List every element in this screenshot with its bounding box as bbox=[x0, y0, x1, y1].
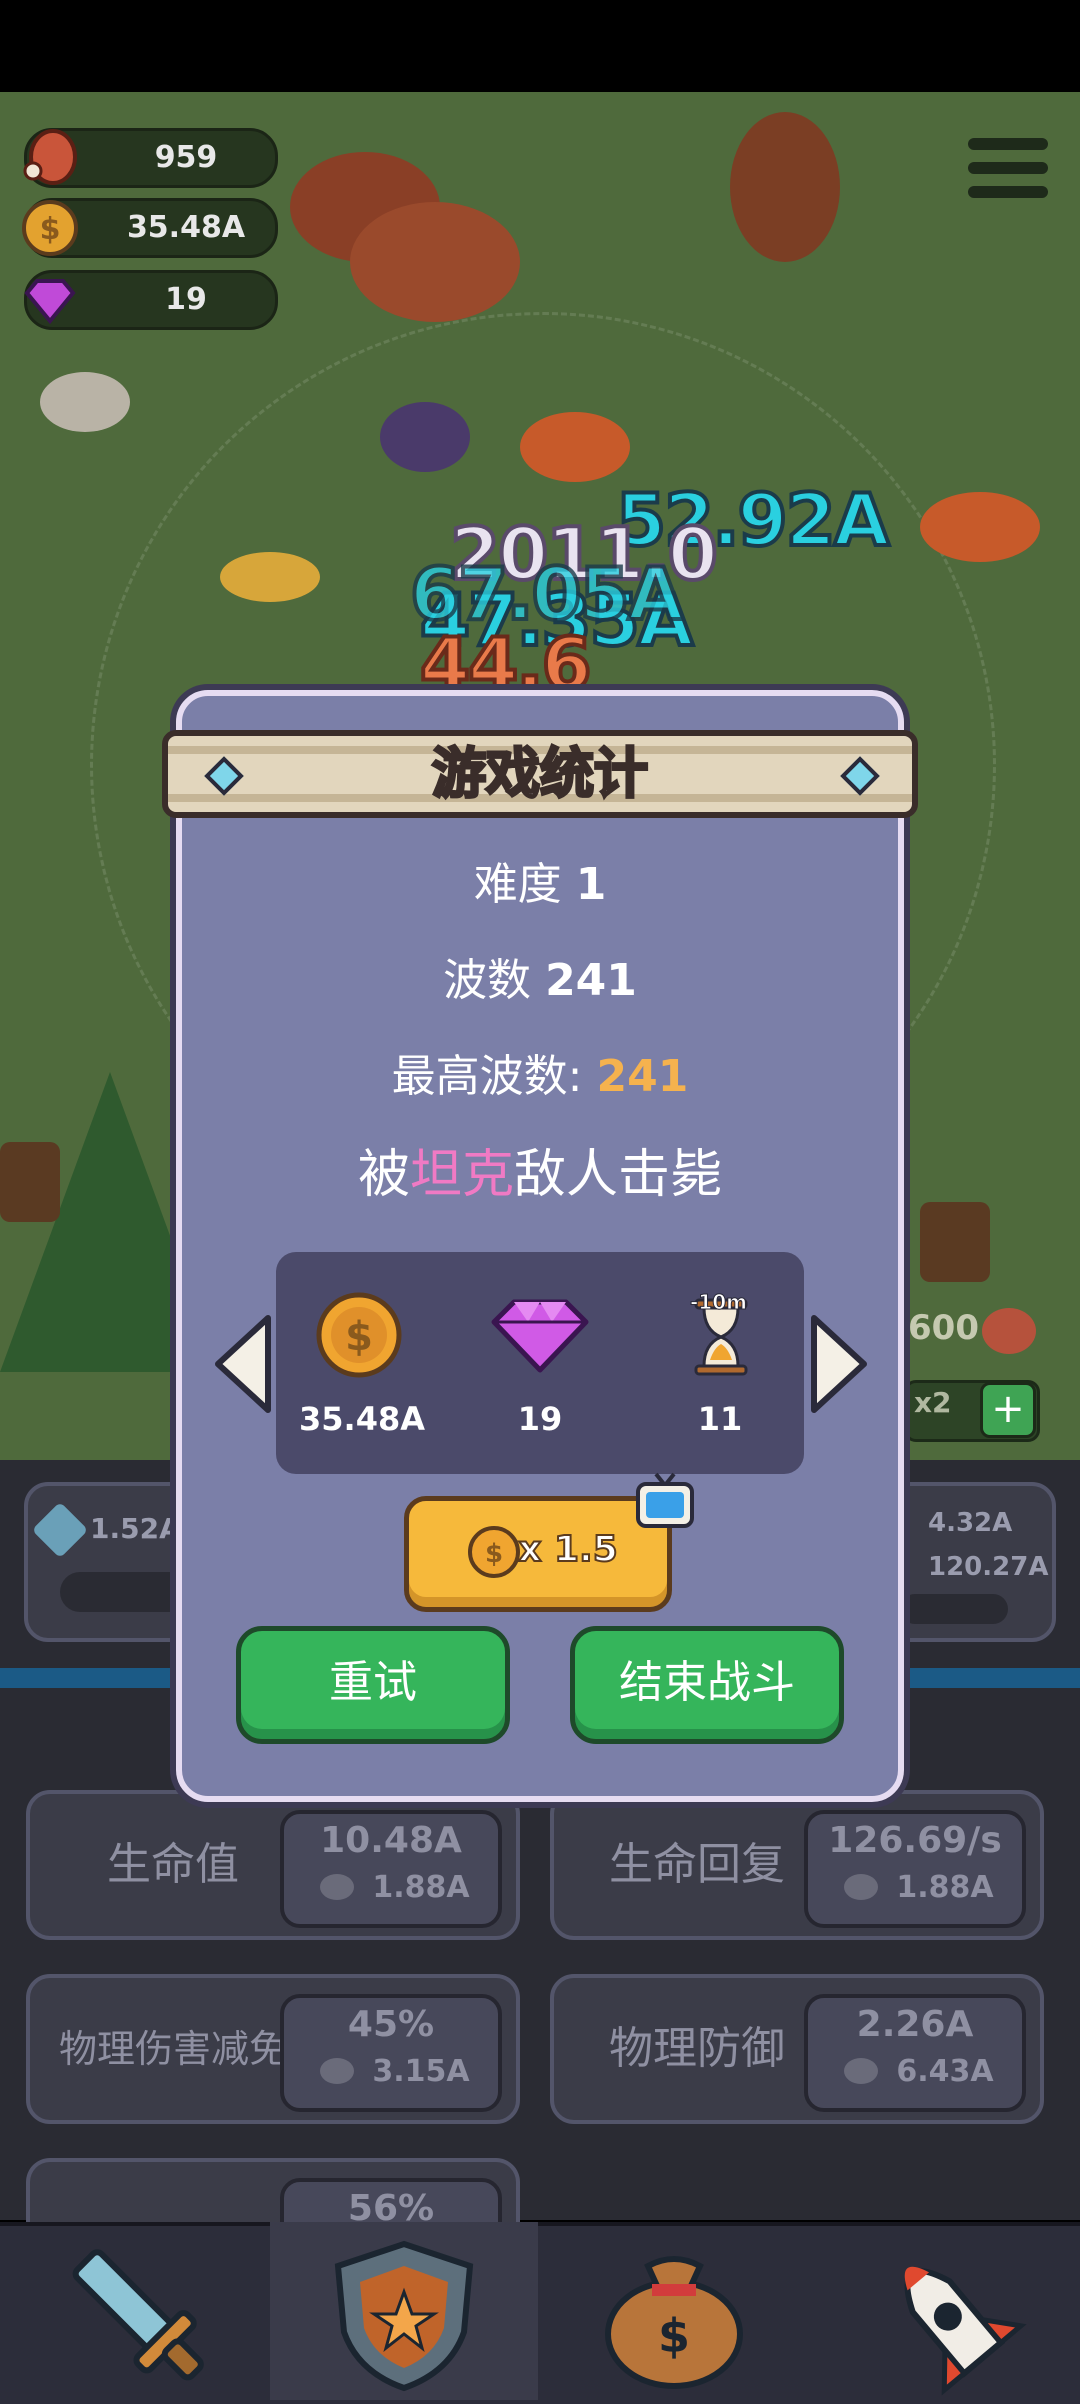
coin-value: 35.48A bbox=[126, 210, 246, 245]
coin-counter: $ 35.48A bbox=[22, 198, 278, 258]
gem-icon bbox=[24, 279, 76, 325]
stat-cost: 1.88A bbox=[896, 1870, 994, 1905]
right-attack-value: 4.32A bbox=[928, 1508, 1013, 1538]
upgrade-button[interactable]: 126.69/s 1.88A bbox=[804, 1810, 1026, 1928]
killed-prefix: 被 bbox=[357, 1145, 410, 1205]
best-wave-label: 最高波数: bbox=[391, 1051, 583, 1102]
stat-name: 物理防御 bbox=[609, 2023, 785, 2074]
reward-time-value: 11 bbox=[697, 1400, 743, 1438]
stat-cost: 1.88A bbox=[372, 1870, 470, 1905]
next-arrow-icon[interactable] bbox=[808, 1312, 870, 1416]
killed-suffix: 敌人击毙 bbox=[514, 1145, 723, 1205]
best-wave-value: 241 bbox=[596, 1051, 689, 1102]
wave-label: 波数 bbox=[443, 955, 532, 1006]
upgrade-button[interactable]: 56% bbox=[280, 2178, 502, 2222]
tv-ad-icon bbox=[636, 1472, 694, 1528]
rocket-icon bbox=[904, 2266, 1027, 2396]
svg-text:$: $ bbox=[658, 2309, 690, 2363]
svg-text:$: $ bbox=[40, 212, 61, 247]
upgrade-button[interactable]: 10.48A 1.88A bbox=[280, 1810, 502, 1928]
stat-value: 45% bbox=[347, 2004, 435, 2045]
stat-cost: 3.15A bbox=[372, 2054, 470, 2089]
gem-icon bbox=[491, 1299, 589, 1373]
stat-card-health[interactable]: 生命值 10.48A 1.88A bbox=[26, 1790, 520, 1940]
svg-text:$: $ bbox=[345, 1314, 373, 1360]
spider-enemy bbox=[380, 402, 470, 472]
stat-card-damage-reduction[interactable]: 物理伤害减免 45% 3.15A bbox=[26, 1974, 520, 2124]
speed-label: x2 bbox=[914, 1386, 952, 1419]
retry-button[interactable]: 重试 bbox=[236, 1626, 510, 1744]
end-battle-button[interactable]: 结束战斗 bbox=[570, 1626, 844, 1744]
coin-icon: $ bbox=[22, 200, 78, 256]
stat-card-defense[interactable]: 物理防御 2.26A 6.43A bbox=[550, 1974, 1044, 2124]
stat-name: 生命回复 bbox=[609, 1839, 785, 1890]
sword-icon bbox=[72, 2249, 204, 2381]
best-wave-line: 最高波数: 241 bbox=[176, 1040, 904, 1104]
dialog-title: 游戏统计 bbox=[431, 741, 650, 807]
bush bbox=[220, 552, 320, 602]
stat-value: 2.26A bbox=[856, 2004, 974, 2045]
wave-value: 241 bbox=[545, 955, 637, 1006]
menu-list-icon[interactable] bbox=[968, 134, 1048, 202]
stat-value: 126.69/s bbox=[828, 1820, 1002, 1861]
money-bag-icon: $ bbox=[605, 2256, 743, 2389]
meat-icon bbox=[23, 129, 77, 185]
nav-rocket-tab[interactable] bbox=[810, 2222, 1078, 2400]
difficulty-label: 难度 bbox=[473, 859, 562, 910]
tree-stump bbox=[920, 1202, 990, 1282]
nav-weapon-tab[interactable] bbox=[0, 2222, 268, 2400]
stat-value: 10.48A bbox=[320, 1820, 462, 1861]
speed-plus-button[interactable]: + bbox=[980, 1382, 1036, 1438]
multiplier-label: x 1.5 bbox=[517, 1528, 619, 1571]
right-health-value: 120.27A bbox=[928, 1552, 1049, 1582]
stat-value: 56% bbox=[347, 2188, 435, 2222]
difficulty-value: 1 bbox=[575, 859, 607, 910]
stat-name: 生命值 bbox=[107, 1839, 239, 1890]
killer-enemy-type: 坦克 bbox=[409, 1145, 514, 1205]
stat-name: 物理伤害减免 bbox=[58, 2027, 287, 2071]
gem-counter: 19 bbox=[24, 270, 278, 330]
rock bbox=[40, 372, 130, 432]
meat-value: 959 bbox=[154, 140, 218, 175]
status-bar bbox=[0, 0, 1080, 92]
meat-counter: 959 bbox=[23, 128, 278, 188]
reward-gems-value: 19 bbox=[517, 1400, 563, 1438]
enemy-head-icon bbox=[982, 1308, 1036, 1354]
nav-money-tab[interactable]: $ bbox=[540, 2222, 808, 2400]
stat-card-regen[interactable]: 生命回复 126.69/s 1.88A bbox=[550, 1790, 1044, 1940]
tree-stump bbox=[0, 1142, 60, 1222]
prev-arrow-icon[interactable] bbox=[212, 1312, 274, 1416]
boar-enemy bbox=[350, 202, 520, 322]
bear-enemy bbox=[730, 112, 840, 262]
scorpion-enemy bbox=[520, 412, 630, 482]
gem-value: 19 bbox=[165, 282, 207, 317]
time-badge: -10m bbox=[690, 1290, 748, 1315]
upgrade-button[interactable]: 2.26A 6.43A bbox=[804, 1994, 1026, 2112]
scorpion-enemy bbox=[920, 492, 1040, 562]
left-attack-value: 1.52A bbox=[90, 1512, 181, 1545]
coin-icon: $ bbox=[316, 1292, 402, 1378]
shield-icon bbox=[334, 2240, 474, 2392]
reward-coins-value: 35.48A bbox=[299, 1400, 425, 1438]
wave-counter: 600 bbox=[908, 1308, 979, 1348]
nav-defense-tab[interactable] bbox=[270, 2222, 538, 2400]
killed-by-line: 被坦克敌人击毙 bbox=[176, 1132, 904, 1207]
stat-card-partial[interactable]: 56% bbox=[26, 2158, 520, 2222]
right-progress-bar bbox=[900, 1594, 1008, 1624]
difficulty-line: 难度 1 bbox=[176, 848, 904, 912]
stat-cost: 6.43A bbox=[896, 2054, 994, 2089]
upgrade-button[interactable]: 45% 3.15A bbox=[280, 1994, 502, 2112]
wave-line: 波数 241 bbox=[176, 944, 904, 1008]
